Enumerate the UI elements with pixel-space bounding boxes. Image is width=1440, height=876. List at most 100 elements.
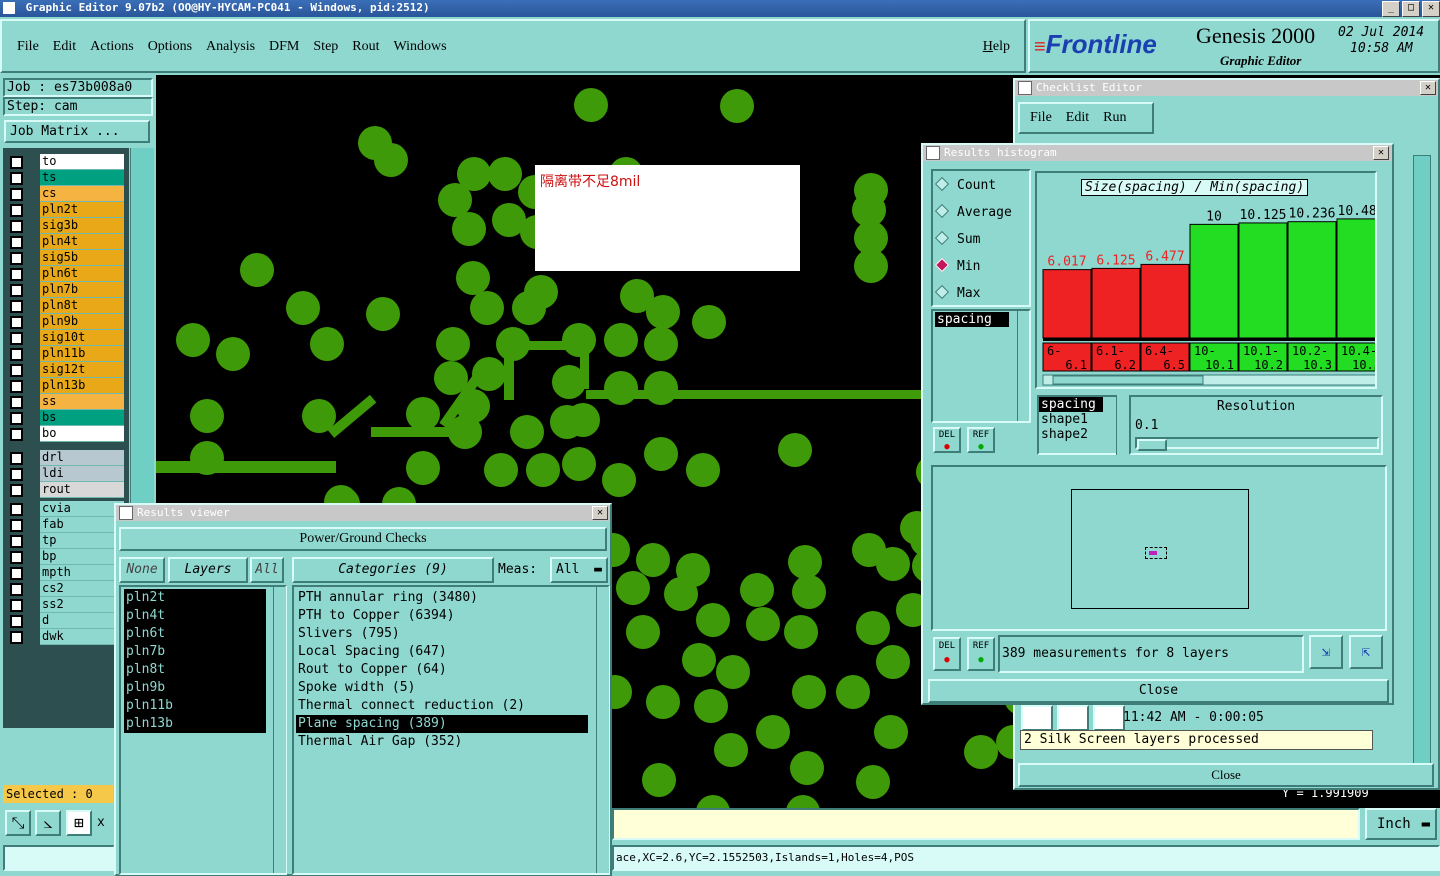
layer-checkbox[interactable] (10, 204, 23, 217)
layer-row-pln2t[interactable]: pln2t (7, 202, 125, 218)
histogram-close-icon[interactable]: ✕ (1373, 146, 1389, 160)
menu-edit[interactable]: Edit (53, 39, 76, 54)
layer-row-bp[interactable]: bp (7, 549, 125, 565)
layer-row-pln7b[interactable]: pln7b (7, 282, 125, 298)
mode-average[interactable]: Average (933, 203, 1029, 231)
checklist-menu-run[interactable]: Run (1103, 110, 1126, 125)
layer-result-item[interactable]: pln4t (124, 607, 266, 625)
snap-tool-button[interactable]: ⊞ (66, 810, 92, 836)
prev-result-icon[interactable]: ⇲ (1309, 635, 1343, 669)
menu-actions[interactable]: Actions (90, 39, 134, 54)
layer-name[interactable]: pln8t (40, 298, 124, 314)
chart-scrollbar-handle[interactable] (1052, 375, 1204, 385)
layer-row-ss[interactable]: ss (7, 394, 125, 410)
layer-name[interactable]: cvia (40, 501, 124, 517)
layer-name[interactable]: fab (40, 517, 124, 533)
layer-name[interactable]: ss2 (40, 597, 124, 613)
layer-result-item[interactable]: pln7b (124, 643, 266, 661)
layer-result-item[interactable]: pln8t (124, 661, 266, 679)
layer-checkbox[interactable] (10, 535, 23, 548)
meas-select[interactable]: All ▬ (550, 557, 608, 583)
layer-checkbox[interactable] (10, 452, 23, 465)
layer-name[interactable]: ss (40, 394, 124, 410)
preview-ref-button[interactable]: REF ● (967, 637, 995, 671)
layer-row-dwk[interactable]: dwk (7, 629, 125, 645)
layer-row-rout[interactable]: rout (7, 482, 125, 498)
none-button[interactable]: None (119, 557, 165, 583)
layer-checkbox[interactable] (10, 380, 23, 393)
layer-row-cvia[interactable]: cvia (7, 501, 125, 517)
resolution-slider-handle[interactable] (1137, 439, 1167, 451)
layer-name[interactable]: pln13b (40, 378, 124, 394)
layer-row-pln13b[interactable]: pln13b (7, 378, 125, 394)
category-item[interactable]: Spoke width (5) (296, 679, 588, 697)
layer-checkbox[interactable] (10, 412, 23, 425)
histogram-bar[interactable] (1287, 221, 1337, 339)
layer-name[interactable]: ts (40, 170, 124, 186)
layer-row-bo[interactable]: bo (7, 426, 125, 442)
layer-result-list[interactable]: pln2t pln4t pln6t pln7b pln8t pln9b pln11b pln1… (119, 585, 287, 875)
layer-name[interactable]: mpth (40, 565, 124, 581)
layer-row-bs[interactable]: bs (7, 410, 125, 426)
layer-checkbox[interactable] (10, 364, 23, 377)
preview-del-button[interactable]: DEL ● (933, 637, 961, 671)
layer-checkbox[interactable] (10, 468, 23, 481)
layer-checkbox[interactable] (10, 599, 23, 612)
layer-row-d[interactable]: d (7, 613, 125, 629)
layer-result-item[interactable]: pln9b (124, 679, 266, 697)
layer-checkbox[interactable] (10, 284, 23, 297)
layer-name[interactable]: cs (40, 186, 124, 202)
layer-name[interactable]: sig10t (40, 330, 124, 346)
histogram-bar[interactable] (1336, 218, 1375, 339)
menu-rout[interactable]: Rout (352, 39, 379, 54)
viewer-close-icon[interactable]: ✕ (592, 506, 608, 520)
layer-checkbox[interactable] (10, 396, 23, 409)
run-action-icon[interactable] (1021, 705, 1053, 731)
layer-checkbox[interactable] (10, 172, 23, 185)
layer-row-sig12t[interactable]: sig12t (7, 362, 125, 378)
layer-result-item[interactable]: pln2t (124, 589, 266, 607)
command-input[interactable] (612, 808, 1360, 840)
histogram-bar[interactable] (1042, 269, 1092, 339)
mode-sum[interactable]: Sum (933, 230, 1029, 258)
layer-checkbox[interactable] (10, 156, 23, 169)
category-item[interactable]: Local Spacing (647) (296, 643, 588, 661)
layer-checkbox[interactable] (10, 567, 23, 580)
layer-result-item[interactable]: pln11b (124, 697, 266, 715)
category-scrollbar[interactable] (596, 587, 609, 873)
menu-analysis[interactable]: Analysis (206, 39, 255, 54)
layer-row-ss2[interactable]: ss2 (7, 597, 125, 613)
next-result-icon[interactable]: ⇱ (1349, 635, 1383, 669)
layer-row-pln11b[interactable]: pln11b (7, 346, 125, 362)
category-item[interactable]: Thermal connect reduction (2) (296, 697, 588, 715)
layer-name[interactable]: bp (40, 549, 124, 565)
shape-list[interactable]: spacing shape1 shape2 (1037, 395, 1125, 455)
ref-button[interactable]: REF ● (967, 427, 995, 453)
category-item[interactable]: Thermal Air Gap (352) (296, 733, 588, 751)
layer-name[interactable]: to (40, 154, 124, 170)
layer-checkbox[interactable] (10, 268, 23, 281)
layer-name[interactable]: tp (40, 533, 124, 549)
layer-checkbox[interactable] (10, 551, 23, 564)
histogram-bar[interactable] (1189, 223, 1239, 339)
layer-row-cs2[interactable]: cs2 (7, 581, 125, 597)
mode-min[interactable]: Min (933, 257, 1029, 285)
category-item[interactable]: Plane spacing (389) (296, 715, 588, 733)
layer-row-ldi[interactable]: ldi (7, 466, 125, 482)
all-button[interactable]: All (250, 557, 284, 583)
run-action-icon[interactable] (1057, 705, 1089, 731)
layer-name[interactable]: cs2 (40, 581, 124, 597)
layer-row-sig3b[interactable]: sig3b (7, 218, 125, 234)
category-item[interactable]: PTH to Copper (6394) (296, 607, 588, 625)
checklist-menu-file[interactable]: File (1030, 110, 1052, 125)
category-item[interactable]: Rout to Copper (64) (296, 661, 588, 679)
layer-checkbox[interactable] (10, 428, 23, 441)
layer-name[interactable]: sig3b (40, 218, 124, 234)
layer-row-pln9b[interactable]: pln9b (7, 314, 125, 330)
category-item[interactable]: Slivers (795) (296, 625, 588, 643)
shape-item[interactable]: shape1 (1039, 412, 1123, 427)
menu-file[interactable]: File (17, 39, 39, 54)
menu-windows[interactable]: Windows (394, 39, 447, 54)
histogram-bar[interactable] (1238, 222, 1288, 339)
metric-item[interactable]: spacing (935, 312, 1009, 327)
